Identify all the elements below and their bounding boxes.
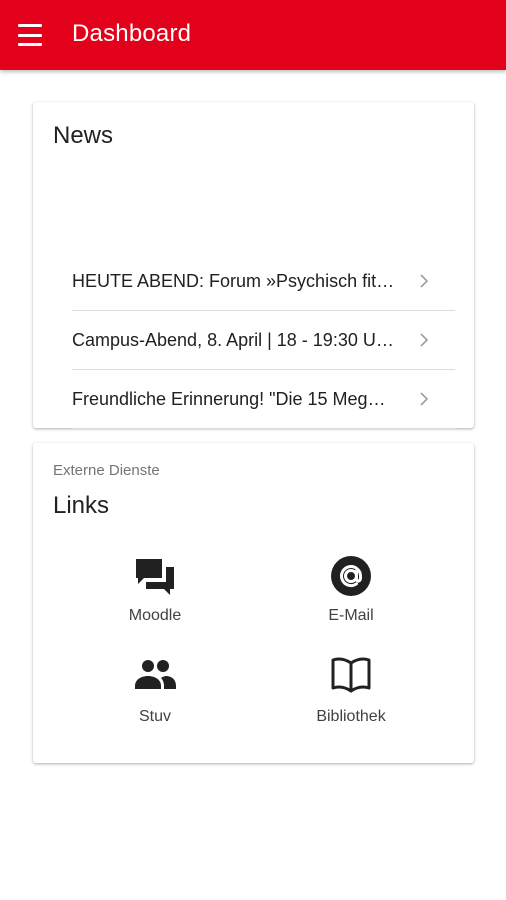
link-bibliothek[interactable]: Bibliothek	[271, 653, 431, 733]
news-item-text: HEUTE ABEND: Forum »Psychisch fit…	[72, 271, 395, 291]
link-moodle[interactable]: Moodle	[75, 555, 235, 635]
link-bibliothek-label: Bibliothek	[316, 708, 386, 725]
hamburger-menu-icon[interactable]	[18, 24, 44, 46]
link-moodle-label: Moodle	[128, 607, 182, 624]
links-card-subtitle: Externe Dienste	[53, 462, 160, 479]
news-list-item[interactable]: Freundliche Erinnerung! "Die 15 Meg…	[72, 370, 455, 429]
chevron-right-icon	[420, 392, 429, 406]
links-card: Externe Dienste Links Moodle E-Mail Stuv	[33, 443, 474, 763]
chevron-right-icon	[420, 333, 429, 347]
links-card-title: Links	[53, 492, 110, 519]
news-item-text: Campus-Abend, 8. April | 18 - 19:30 U…	[72, 330, 394, 350]
page-title: Dashboard	[72, 20, 192, 47]
link-email[interactable]: E-Mail	[271, 555, 431, 635]
link-stuv[interactable]: Stuv	[75, 653, 235, 733]
news-card-title: News	[53, 122, 114, 149]
link-email-label: E-Mail	[328, 607, 374, 624]
open-book-icon	[331, 657, 371, 693]
at-sign-icon	[331, 556, 371, 596]
news-card: News HEUTE ABEND: Forum »Psychisch fit… …	[33, 102, 474, 488]
chevron-right-icon	[420, 274, 429, 288]
people-icon	[135, 660, 176, 689]
link-stuv-label: Stuv	[138, 708, 171, 725]
news-list-item[interactable]: Campus-Abend, 8. April | 18 - 19:30 U…	[72, 311, 455, 370]
chat-bubbles-icon	[136, 559, 174, 595]
news-list-item[interactable]: HEUTE ABEND: Forum »Psychisch fit…	[72, 252, 455, 311]
app-bar: Dashboard	[0, 0, 506, 70]
news-item-text: Freundliche Erinnerung! "Die 15 Meg…	[72, 389, 386, 409]
